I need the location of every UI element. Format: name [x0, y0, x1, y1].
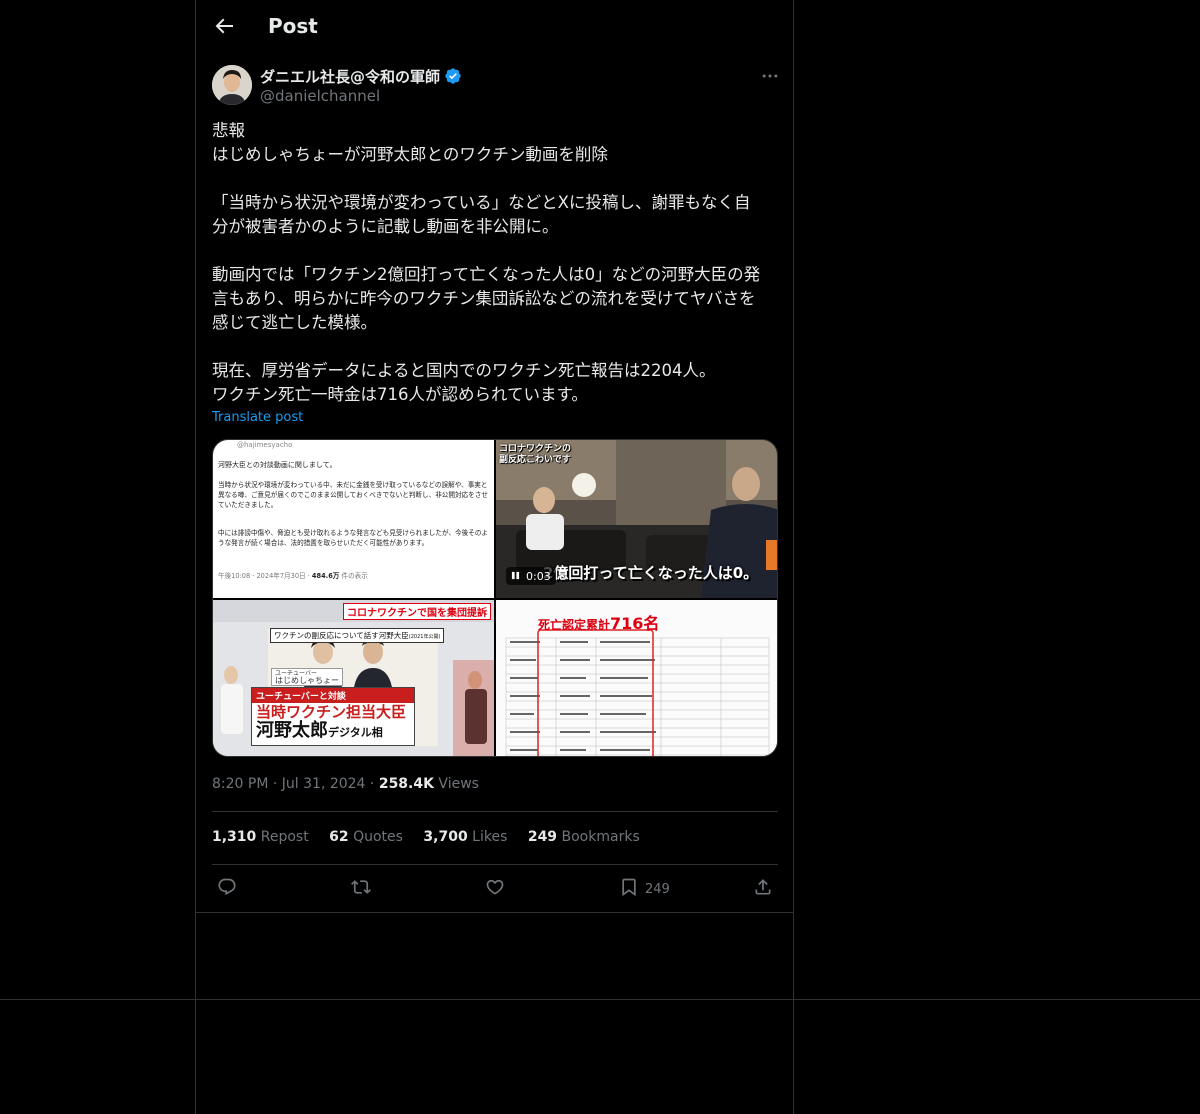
reposts-count: 1,310	[212, 829, 257, 845]
bookmarks-count: 249	[527, 829, 558, 845]
news-subtitle: ワクチンの副反応について話す河野大臣(2021年公開)	[270, 628, 445, 643]
repost-button[interactable]	[351, 878, 371, 900]
likes-label: Likes	[472, 829, 508, 845]
author-handle[interactable]: @danielchannel	[260, 87, 380, 105]
likes-stat[interactable]: 3,700 Likes	[423, 829, 507, 845]
news-caption-3: 河野太郎デジタル相	[252, 721, 414, 745]
video-caption-bottom: 2億回打って亡くなった人は0。	[543, 564, 759, 582]
page-divider	[0, 999, 1200, 1000]
tile1-footer-time: 午後10:08 · 2024年7月30日 ·	[218, 572, 312, 580]
views-count: 258.4K	[378, 776, 434, 792]
news-name-tag: ユーチューバー はじめしゃちょー	[271, 668, 343, 686]
page-title: Post	[268, 14, 318, 38]
reposts-stat[interactable]: 1,310 Repost	[212, 829, 309, 845]
likes-count: 3,700	[423, 829, 468, 845]
author-avatar[interactable]	[212, 65, 252, 105]
quotes-stat[interactable]: 62 Quotes	[329, 829, 403, 845]
views-label: Views	[438, 776, 479, 792]
back-arrow-icon[interactable]	[212, 14, 236, 38]
post-header: Post	[196, 0, 793, 53]
news-subtitle-year: (2021年公開)	[408, 634, 441, 640]
document-header: 死亡認定累計716名	[538, 610, 659, 634]
post-meta: 8:20 PM · Jul 31, 2024 · 258.4K Views	[212, 776, 479, 792]
share-icon	[753, 877, 773, 901]
reply-button[interactable]	[217, 878, 237, 900]
divider	[196, 912, 793, 913]
tile1-footer-suffix: 件の表示	[339, 572, 368, 580]
video-time: 0:03	[526, 569, 551, 583]
bookmarks-label: Bookmarks	[561, 829, 640, 845]
media-grid: @hajimesyacho 河野大臣との対談動画に関しまして。 当時から状況や環…	[212, 439, 778, 757]
tile1-line1: 河野大臣との対談動画に関しまして。	[218, 461, 337, 469]
bookmark-icon	[619, 877, 639, 901]
bookmark-count: 249	[645, 881, 670, 897]
news-caption-3-title: デジタル相	[328, 726, 383, 739]
tile1-para2: 中には誹謗中傷や、脅迫とも受け取れるような発言なども見受けられましたが、今後その…	[218, 529, 489, 547]
quotes-count: 62	[329, 829, 349, 845]
media-video[interactable]: コロナワクチンの 副反応こわいです 2億回打って亡くなった人は0。 0:03	[496, 440, 777, 598]
media-image-4[interactable]: 死亡認定累計716名	[496, 600, 777, 756]
tile1-footer: 午後10:08 · 2024年7月30日 · 484.6万 件の表示	[218, 570, 368, 580]
bookmarks-stat[interactable]: 249 Bookmarks	[528, 829, 640, 845]
video-timestamp[interactable]: 0:03	[506, 567, 556, 585]
more-options-icon[interactable]	[760, 66, 780, 86]
meta-dot: ·	[272, 776, 282, 792]
news-caption-2: 当時ワクチン担当大臣	[256, 703, 407, 721]
reply-icon	[217, 877, 237, 901]
news-subtitle-text: ワクチンの副反応について話す河野大臣	[274, 631, 409, 640]
post-text: 悲報 はじめしゃちょーが河野太郎とのワクチン動画を削除 「当時から状況や環境が変…	[212, 121, 761, 404]
document-count: 716名	[610, 614, 660, 633]
news-caption-box: ユーチューバーと対談 当時ワクチン担当大臣 河野太郎デジタル相	[251, 687, 415, 746]
quotes-label: Quotes	[353, 829, 403, 845]
meta-dot-2: ·	[369, 776, 379, 792]
like-button[interactable]	[485, 878, 505, 900]
document-title: 死亡認定累計	[538, 618, 611, 632]
pause-icon[interactable]	[511, 570, 520, 583]
media-image-1[interactable]: @hajimesyacho 河野大臣との対談動画に関しまして。 当時から状況や環…	[213, 440, 494, 598]
reposts-label: Repost	[260, 829, 309, 845]
repost-icon	[351, 877, 371, 901]
tile1-handle: @hajimesyacho	[237, 441, 293, 449]
news-caption-1: ユーチューバーと対談	[252, 688, 414, 703]
verified-badge-icon	[444, 67, 462, 85]
heart-icon	[485, 877, 505, 901]
author-display-name[interactable]: ダニエル社長@令和の軍師	[260, 66, 440, 87]
translate-post-link[interactable]: Translate post	[212, 410, 303, 425]
tile1-para1: 当時から状況や環境が変わっている中、未だに金銭を受け取っているなどの誤解や、事実…	[218, 481, 488, 509]
bookmark-button[interactable]: 249	[619, 878, 670, 900]
post-time[interactable]: 8:20 PM	[212, 776, 268, 792]
tile1-footer-views: 484.6万	[311, 572, 340, 580]
news-caption-3-name: 河野太郎	[256, 720, 328, 741]
post-column: Post ダニエル社長@令和の軍師 @danielchannel 悲報 はじめし…	[195, 0, 794, 1114]
engagement-stats: 1,310 Repost 62 Quotes 3,700 Likes 249 B…	[212, 829, 656, 845]
news-banner: コロナワクチンで国を集団提訴	[343, 603, 491, 620]
media-image-3[interactable]: コロナワクチンで国を集団提訴 ワクチンの副反応について話す河野大臣(2021年公…	[213, 600, 494, 756]
divider	[212, 864, 778, 865]
video-caption-top-2: 副反応こわいです	[499, 455, 571, 465]
news-name-tag-2: はじめしゃちょー	[275, 676, 339, 685]
post-date[interactable]: Jul 31, 2024	[282, 776, 366, 792]
divider	[212, 811, 778, 812]
share-button[interactable]	[753, 878, 773, 900]
